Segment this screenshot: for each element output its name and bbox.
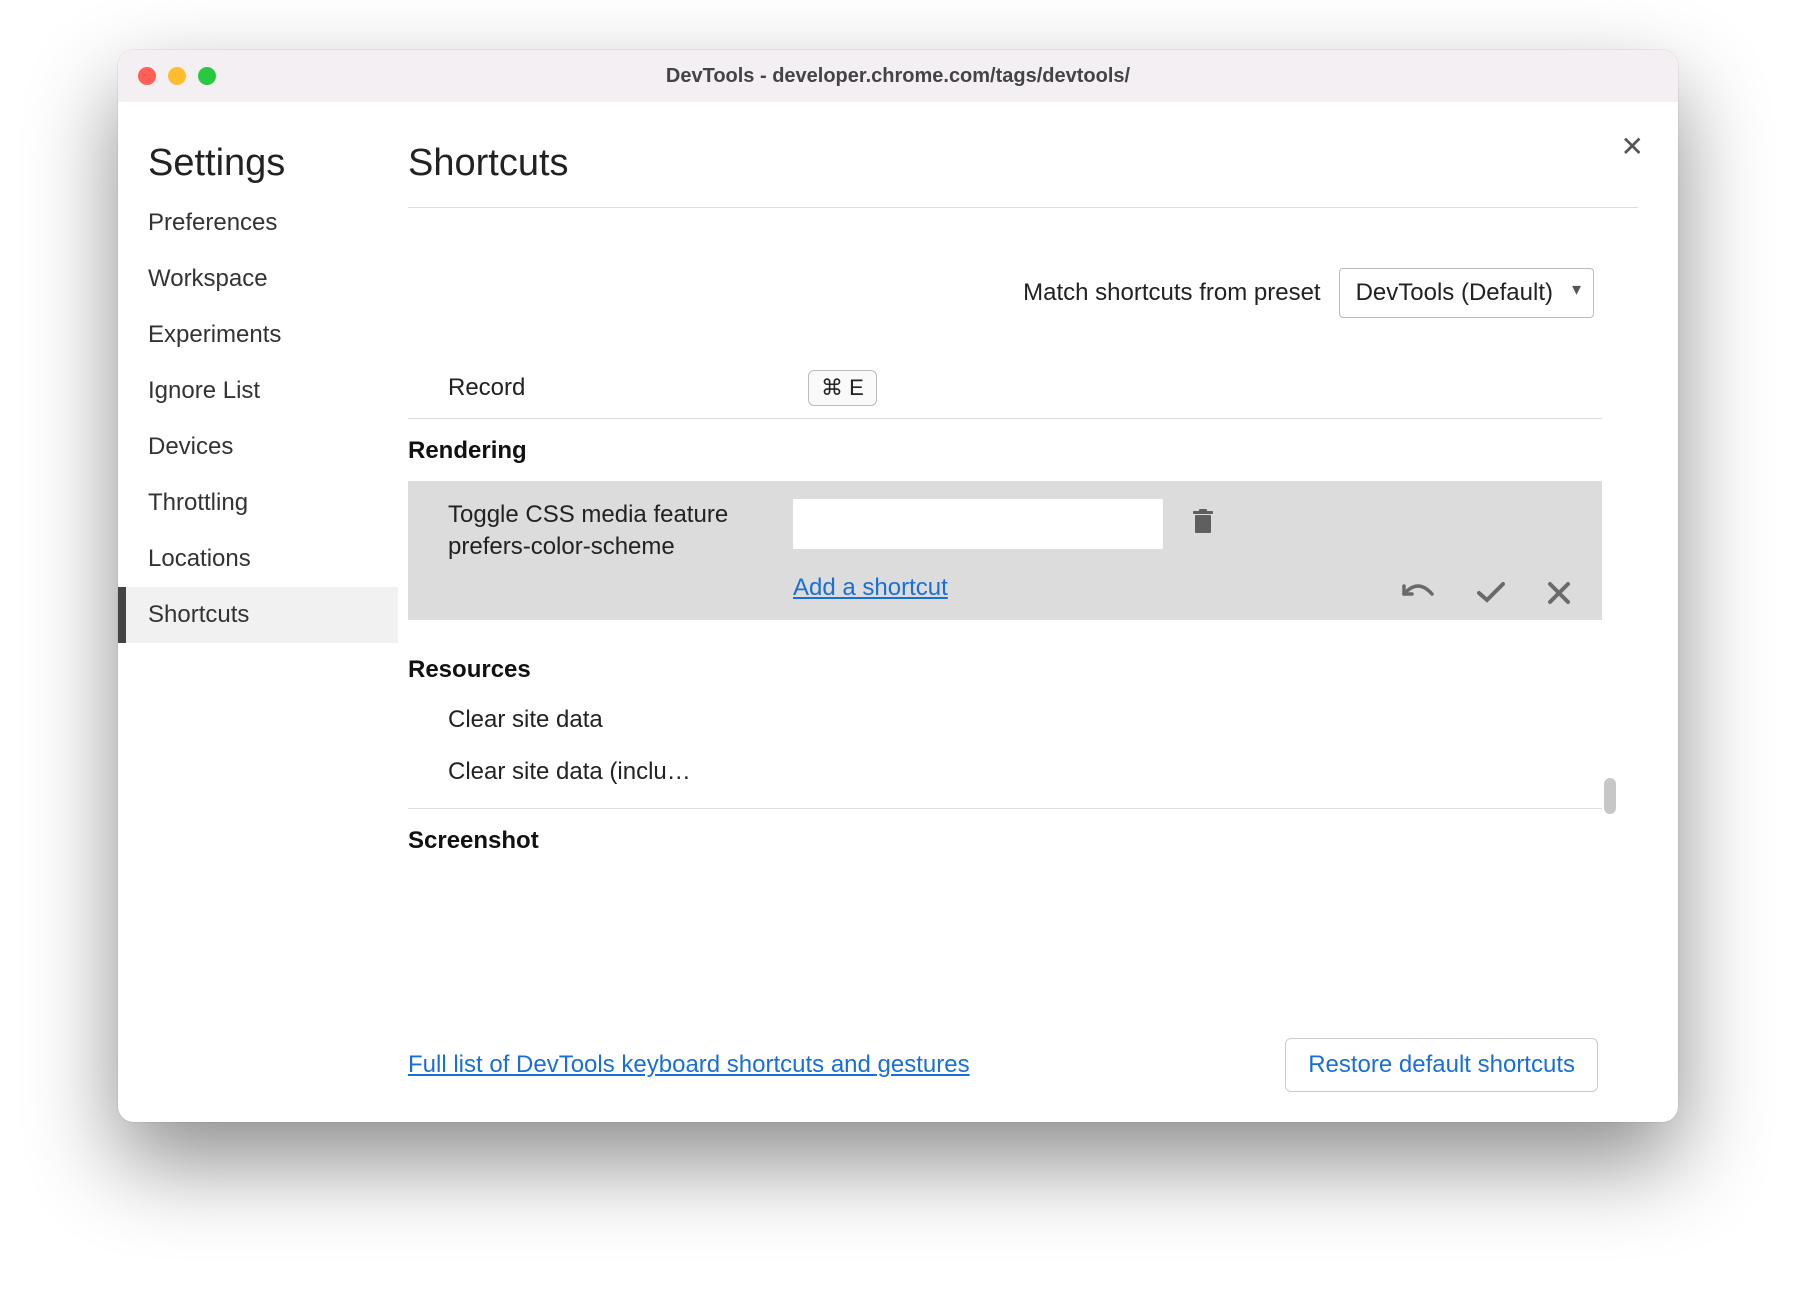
section-resources: Resources [408, 638, 1602, 694]
sidebar-item-experiments[interactable]: Experiments [118, 307, 398, 363]
sidebar-heading: Settings [118, 142, 398, 195]
shortcut-row-clear-site-data-incl: Clear site data (inclu… [408, 746, 1602, 798]
sidebar-item-workspace[interactable]: Workspace [118, 251, 398, 307]
sidebar-item-throttling[interactable]: Throttling [118, 475, 398, 531]
sidebar-item-preferences[interactable]: Preferences [118, 195, 398, 251]
confirm-icon[interactable] [1476, 580, 1506, 606]
preset-row: Match shortcuts from preset DevTools (De… [408, 268, 1594, 318]
settings-main: Shortcuts Match shortcuts from preset De… [398, 102, 1678, 1122]
undo-icon[interactable] [1400, 580, 1436, 606]
shortcut-label: Clear site data [448, 706, 808, 734]
shortcut-input[interactable] [793, 499, 1163, 549]
add-shortcut-link[interactable]: Add a shortcut [793, 574, 948, 602]
section-screenshot: Screenshot [408, 809, 1602, 865]
sidebar-item-ignore-list[interactable]: Ignore List [118, 363, 398, 419]
preset-select[interactable]: DevTools (Default) [1339, 268, 1594, 318]
scrollbar-thumb[interactable] [1604, 778, 1616, 814]
zoom-window-button[interactable] [198, 67, 216, 85]
minimize-window-button[interactable] [168, 67, 186, 85]
traffic-lights [138, 67, 216, 85]
shortcut-edit-row: Toggle CSS media feature prefers-color-s… [408, 481, 1602, 620]
keyboard-shortcut-badge: ⌘ E [808, 370, 877, 406]
shortcuts-scroll-area: Record ⌘ E Rendering Toggle CSS media fe… [408, 358, 1638, 1022]
cancel-icon[interactable] [1546, 580, 1572, 606]
window-titlebar: DevTools - developer.chrome.com/tags/dev… [118, 50, 1678, 102]
trash-icon[interactable] [1191, 509, 1215, 540]
settings-sidebar: Settings Preferences Workspace Experimen… [118, 102, 398, 1122]
preset-value: DevTools (Default) [1356, 279, 1553, 306]
window-title: DevTools - developer.chrome.com/tags/dev… [118, 65, 1678, 88]
restore-defaults-button[interactable]: Restore default shortcuts [1285, 1038, 1598, 1092]
sidebar-item-locations[interactable]: Locations [118, 531, 398, 587]
shortcut-row-record: Record ⌘ E [408, 358, 1602, 418]
shortcuts-footer: Full list of DevTools keyboard shortcuts… [408, 1022, 1638, 1122]
shortcut-edit-label: Toggle CSS media feature prefers-color-s… [448, 499, 793, 564]
page-title: Shortcuts [408, 142, 1638, 208]
section-rendering: Rendering [408, 419, 1602, 475]
shortcut-label: Record [448, 374, 808, 402]
close-window-button[interactable] [138, 67, 156, 85]
full-shortcut-list-link[interactable]: Full list of DevTools keyboard shortcuts… [408, 1051, 970, 1079]
shortcut-edit-actions [1400, 580, 1572, 606]
shortcut-label: Clear site data (inclu… [448, 758, 808, 786]
devtools-settings-window: DevTools - developer.chrome.com/tags/dev… [118, 50, 1678, 1122]
shortcut-row-clear-site-data: Clear site data [408, 694, 1602, 746]
preset-label: Match shortcuts from preset [1023, 279, 1320, 307]
sidebar-item-devices[interactable]: Devices [118, 419, 398, 475]
sidebar-item-shortcuts[interactable]: Shortcuts [118, 587, 398, 643]
